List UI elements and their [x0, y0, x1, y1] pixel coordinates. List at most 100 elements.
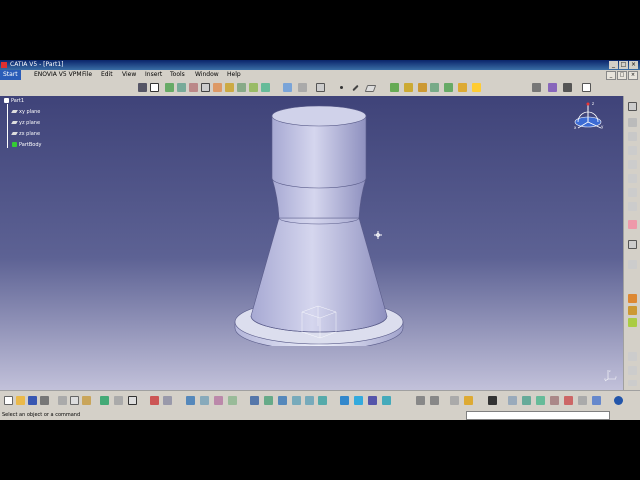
- compass-icon[interactable]: z y x: [572, 98, 612, 138]
- comment-icon[interactable]: [163, 396, 172, 405]
- material-icon[interactable]: [628, 294, 637, 303]
- doc-minimize-button[interactable]: _: [606, 71, 616, 80]
- grid-icon[interactable]: [563, 83, 572, 92]
- slot-icon[interactable]: [472, 83, 481, 92]
- spline-icon[interactable]: [225, 83, 234, 92]
- pocket-icon[interactable]: [404, 83, 413, 92]
- whats-this-icon[interactable]: [128, 396, 137, 405]
- print-icon[interactable]: [40, 396, 49, 405]
- rotate-icon[interactable]: [278, 396, 287, 405]
- snap-icon[interactable]: [582, 83, 591, 92]
- measure-item-icon[interactable]: [430, 396, 439, 405]
- menu-start[interactable]: Start: [0, 70, 21, 80]
- swap-visible-icon[interactable]: [382, 396, 391, 405]
- sketcher-icon[interactable]: [138, 83, 147, 92]
- analysis-icon[interactable]: [578, 396, 587, 405]
- menu-enovia[interactable]: ENOVIA V5 VPM: [34, 70, 82, 80]
- menu-insert[interactable]: Insert: [145, 70, 162, 80]
- tree-expand-icon[interactable]: [214, 396, 223, 405]
- open-folder-icon[interactable]: [16, 396, 25, 405]
- 3d-viewport[interactable]: Part1 xy plane yz plane zx plane PartBod…: [0, 96, 623, 390]
- rectangle-icon[interactable]: [201, 83, 210, 92]
- pad-icon[interactable]: [390, 83, 399, 92]
- annotation-icon[interactable]: [628, 260, 637, 269]
- fix-icon[interactable]: [316, 83, 325, 92]
- menu-help[interactable]: Help: [227, 70, 241, 80]
- measure-between-icon[interactable]: [450, 396, 459, 405]
- tree-node-zx-plane[interactable]: zx plane: [11, 131, 40, 137]
- measure-inertia-icon[interactable]: [464, 396, 473, 405]
- line-icon[interactable]: [249, 83, 258, 92]
- fit-all-icon[interactable]: [250, 396, 259, 405]
- render-icon[interactable]: [508, 396, 517, 405]
- doc-close-button[interactable]: ×: [628, 71, 638, 80]
- shading-icon[interactable]: [354, 396, 363, 405]
- copy-icon[interactable]: [70, 396, 79, 405]
- part-model[interactable]: [230, 102, 410, 346]
- axis-icon[interactable]: [261, 83, 270, 92]
- redo-icon[interactable]: [114, 396, 123, 405]
- zoom-in-icon[interactable]: [292, 396, 301, 405]
- select-icon[interactable]: [628, 102, 637, 111]
- groove-icon[interactable]: [430, 83, 439, 92]
- cut-icon[interactable]: [58, 396, 67, 405]
- new-file-icon[interactable]: [4, 396, 13, 405]
- hole-icon[interactable]: [444, 83, 453, 92]
- line-tool-icon[interactable]: [352, 84, 359, 92]
- filter-icon[interactable]: [228, 396, 237, 405]
- normal-to-icon[interactable]: [318, 396, 327, 405]
- tree-node-xy-plane[interactable]: xy plane: [11, 109, 40, 115]
- conic-icon[interactable]: [237, 83, 246, 92]
- tree-node-yz-plane[interactable]: yz plane: [11, 120, 40, 126]
- properties-icon[interactable]: [592, 396, 601, 405]
- dimension-icon[interactable]: [298, 83, 307, 92]
- isometric-view-icon[interactable]: [340, 396, 349, 405]
- positioned-sketch-icon[interactable]: [150, 83, 159, 92]
- iso-view-icon[interactable]: [628, 174, 637, 183]
- pan-icon[interactable]: [264, 396, 273, 405]
- formula-icon[interactable]: [150, 396, 159, 405]
- exit-workbench-icon[interactable]: [165, 83, 174, 92]
- multi-view-icon[interactable]: [628, 160, 637, 169]
- lighting-icon[interactable]: [522, 396, 531, 405]
- catalog-icon[interactable]: [186, 396, 195, 405]
- shaft-icon[interactable]: [418, 83, 427, 92]
- menu-tools[interactable]: Tools: [170, 70, 185, 80]
- sketch-tools-icon[interactable]: [177, 83, 186, 92]
- sketch-analysis-icon[interactable]: [628, 240, 637, 249]
- knowledge-icon[interactable]: [628, 318, 637, 327]
- constraint-icon[interactable]: [283, 83, 292, 92]
- menu-file[interactable]: File: [82, 70, 92, 80]
- front-view-icon[interactable]: [628, 188, 637, 197]
- menu-view[interactable]: View: [122, 70, 136, 80]
- measure-icon[interactable]: [532, 83, 541, 92]
- tree-node-partbody[interactable]: PartBody: [12, 142, 42, 148]
- swap-view-icon[interactable]: [628, 132, 637, 141]
- animation-icon[interactable]: [564, 396, 573, 405]
- env-icon[interactable]: [536, 396, 545, 405]
- plane-icon[interactable]: [364, 85, 377, 92]
- save-icon[interactable]: [28, 396, 37, 405]
- undo-icon[interactable]: [100, 396, 109, 405]
- doc-restore-button[interactable]: □: [617, 71, 627, 80]
- normal-view-icon[interactable]: [628, 146, 637, 155]
- hide-show-icon[interactable]: [628, 118, 637, 127]
- more-tools-icon[interactable]: [628, 380, 637, 386]
- hide-icon[interactable]: [368, 396, 377, 405]
- table-icon[interactable]: [200, 396, 209, 405]
- scene-icon[interactable]: [550, 396, 559, 405]
- top-view-icon[interactable]: [628, 202, 637, 211]
- apply-material-icon[interactable]: [548, 83, 557, 92]
- circle-icon[interactable]: [213, 83, 222, 92]
- minimize-button[interactable]: _: [609, 61, 618, 69]
- menu-edit[interactable]: Edit: [101, 70, 113, 80]
- edit-icon[interactable]: [628, 220, 637, 229]
- catalog-browser-icon[interactable]: [416, 396, 425, 405]
- rib-icon[interactable]: [458, 83, 467, 92]
- camera-icon[interactable]: [488, 396, 497, 405]
- material-library-icon[interactable]: [628, 306, 637, 315]
- transform-icon[interactable]: [628, 352, 637, 361]
- profile-icon[interactable]: [189, 83, 198, 92]
- paste-icon[interactable]: [82, 396, 91, 405]
- close-button[interactable]: ×: [629, 61, 638, 69]
